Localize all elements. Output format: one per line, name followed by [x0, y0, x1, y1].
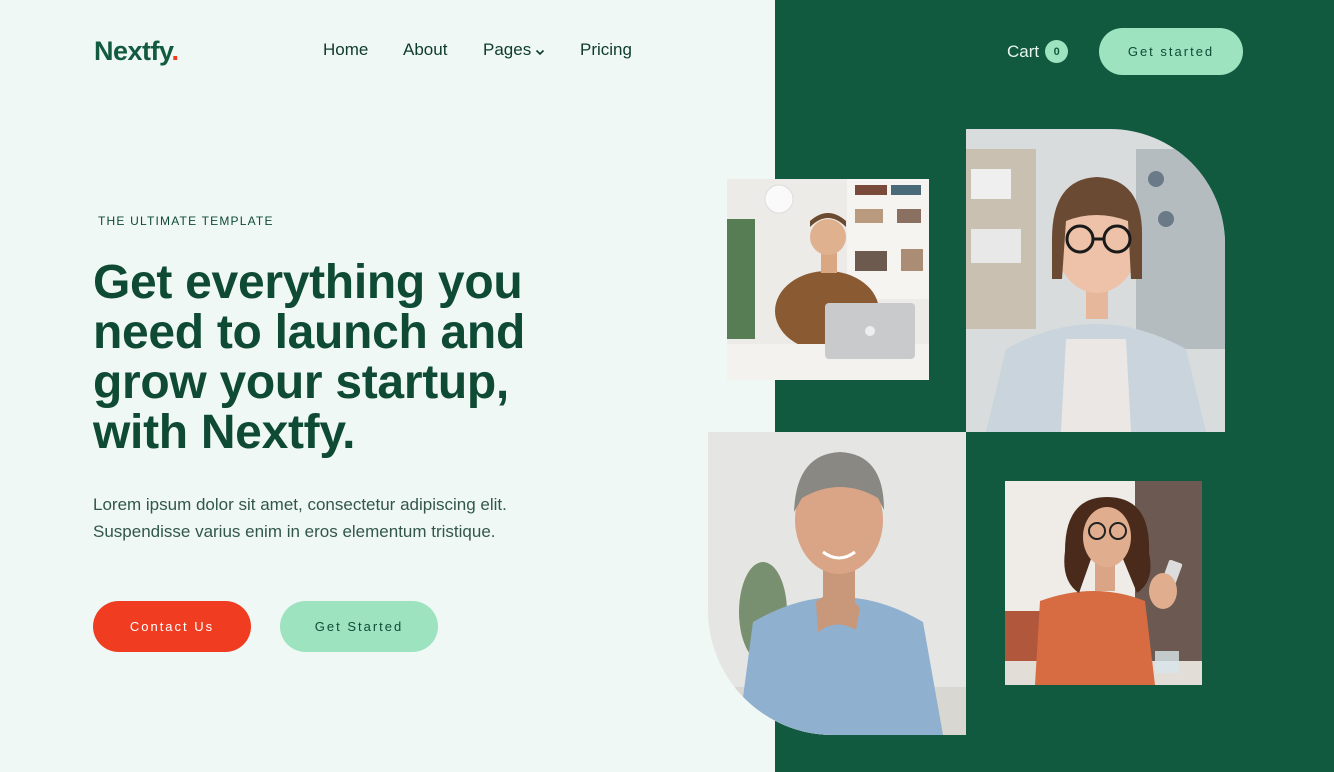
get-started-nav-button[interactable]: Get started — [1099, 28, 1243, 75]
brand-dot: . — [171, 36, 180, 66]
chevron-down-icon — [535, 41, 545, 61]
contact-us-button[interactable]: Contact Us — [93, 601, 251, 652]
photo-man-laptop — [727, 179, 929, 380]
hero-subtext: Lorem ipsum dolor sit amet, consectetur … — [93, 495, 507, 541]
nav-pages-label: Pages — [483, 40, 532, 59]
cart-count-badge: 0 — [1045, 40, 1069, 63]
photo-man-grey-hair — [708, 432, 966, 735]
photo-woman-phone — [1005, 481, 1202, 685]
nav-about[interactable]: About — [403, 40, 447, 60]
hero-eyebrow: THE ULTIMATE TEMPLATE — [98, 214, 274, 228]
nav-home[interactable]: Home — [323, 40, 368, 60]
brand-logo[interactable]: Nextfy. — [94, 36, 179, 67]
get-started-button[interactable]: Get Started — [280, 601, 438, 652]
nav-pricing[interactable]: Pricing — [580, 40, 632, 60]
hero-headline: Get everything you need to launch and gr… — [93, 256, 525, 459]
photo-woman-glasses — [966, 129, 1225, 432]
brand-name: Nextfy — [94, 36, 172, 66]
cart-link[interactable]: Cart 0 — [1007, 40, 1069, 63]
nav-pages[interactable]: Pages — [483, 40, 545, 61]
cart-label: Cart — [1007, 41, 1040, 61]
